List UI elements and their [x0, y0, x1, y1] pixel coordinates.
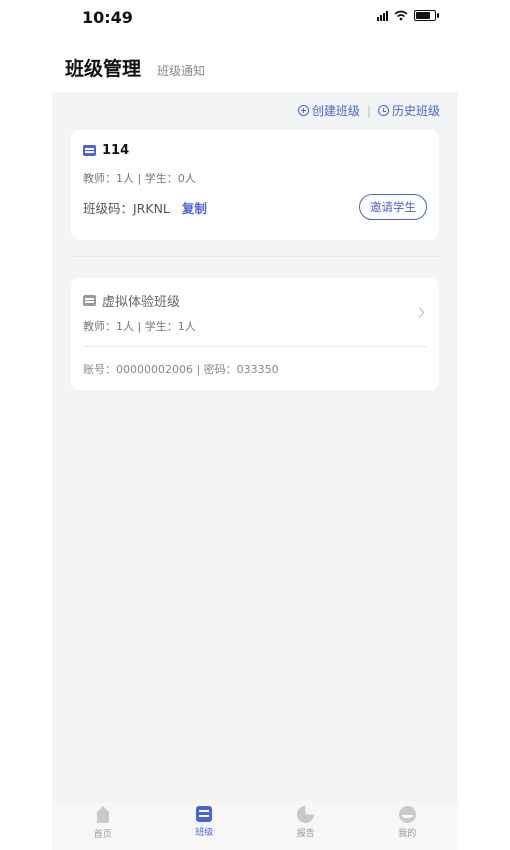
chevron-right-icon [414, 307, 425, 318]
home-icon [94, 806, 112, 824]
class-name: 虚拟体验班级 [102, 295, 181, 310]
history-class-label: 历史班级 [391, 104, 440, 118]
add-circle-icon [297, 105, 309, 116]
status-icons [377, 10, 439, 21]
tab-label: 班级 [195, 828, 214, 838]
copy-code-button[interactable]: 复制 [182, 198, 207, 217]
main-content: 创建班级 | 历史班级 114 教师：1人 | 学生：0人 班级码：JRKNL … [52, 92, 458, 802]
tab-class[interactable]: 班级 [154, 802, 256, 850]
tab-label: 我的 [398, 829, 417, 839]
tab-mine[interactable]: 我的 [357, 802, 459, 850]
class-account-info: 账号：00000002006 | 密码：033350 [83, 363, 279, 376]
tab-label: 报告 [296, 829, 315, 839]
tab-home[interactable]: 首页 [52, 802, 154, 850]
wifi-icon [394, 10, 408, 21]
history-class-button[interactable]: 历史班级 [377, 102, 440, 119]
page-title: 班级管理 [65, 58, 142, 80]
bottom-tab-bar: 首页 班级 报告 我的 [52, 802, 458, 850]
create-class-label: 创建班级 [311, 104, 360, 118]
action-separator: | [366, 103, 371, 118]
header: 班级管理 班级通知 [65, 54, 205, 81]
class-icon [196, 806, 213, 822]
class-title-row: 114 [83, 143, 129, 158]
battery-icon [414, 10, 439, 21]
tab-class-notice[interactable]: 班级通知 [157, 62, 205, 79]
status-time: 10:49 [82, 8, 133, 27]
invite-students-button[interactable]: 邀请学生 [359, 194, 427, 220]
class-icon [83, 295, 96, 306]
signal-icon [377, 10, 388, 21]
clock-icon [377, 105, 389, 116]
class-member-counts: 教师：1人 | 学生：1人 [83, 320, 196, 333]
pie-chart-icon [297, 806, 315, 823]
tab-report[interactable]: 报告 [255, 802, 357, 850]
class-actions: 创建班级 | 历史班级 [297, 102, 440, 119]
status-bar: 10:49 [0, 0, 510, 40]
class-code: 班级码：JRKNL [83, 201, 170, 216]
create-class-button[interactable]: 创建班级 [297, 102, 360, 119]
class-icon [83, 145, 96, 156]
class-title-row: 虚拟体验班级 [83, 291, 180, 310]
class-name: 114 [102, 143, 130, 158]
tab-label: 首页 [93, 830, 112, 840]
class-member-counts: 教师：1人 | 学生：0人 [83, 172, 196, 185]
card-divider [83, 346, 427, 347]
profile-icon [398, 806, 416, 823]
section-divider [71, 256, 439, 257]
class-card-virtual[interactable]: 虚拟体验班级 教师：1人 | 学生：1人 账号：00000002006 | 密码… [71, 278, 439, 390]
class-card-114[interactable]: 114 教师：1人 | 学生：0人 班级码：JRKNL 复制 邀请学生 [71, 130, 439, 240]
class-code-row: 班级码：JRKNL 复制 [83, 198, 207, 217]
